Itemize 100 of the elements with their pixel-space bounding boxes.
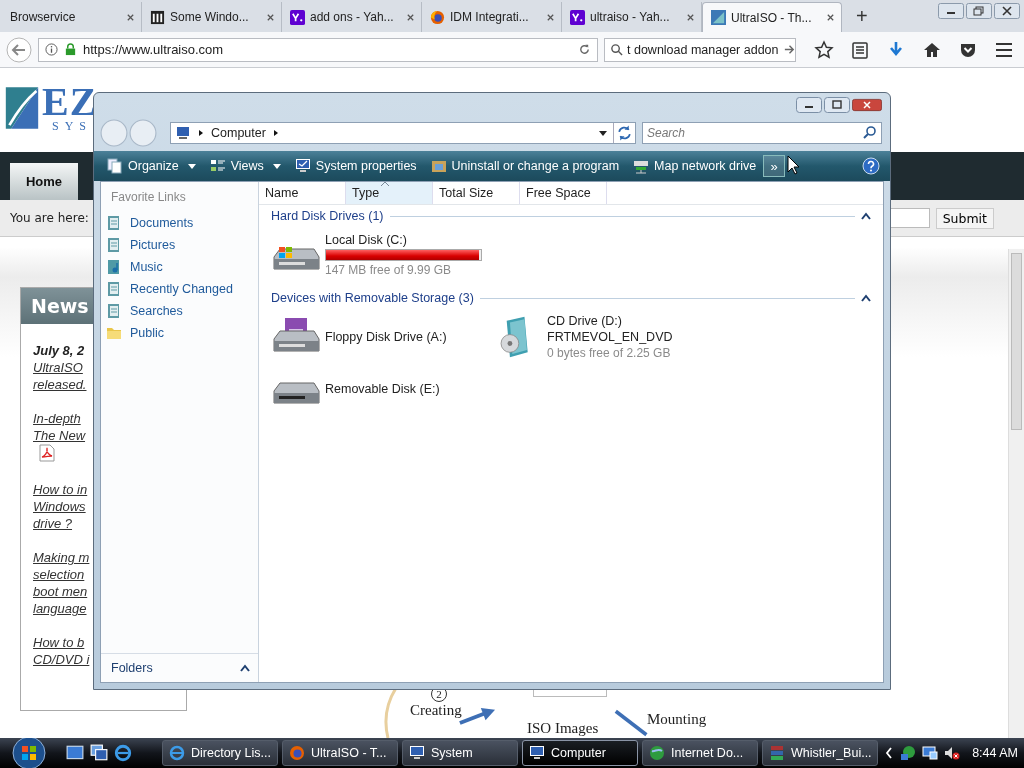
scrollbar[interactable]	[1008, 249, 1024, 738]
news-link[interactable]: CD/DVD i	[33, 652, 90, 667]
reload-icon[interactable]	[578, 43, 591, 56]
taskbar-button[interactable]: Internet Do...	[642, 740, 758, 766]
network-icon[interactable]	[900, 745, 917, 761]
logo-subtitle: SYS	[51, 119, 93, 134]
drive-name[interactable]: Removable Disk (E:)	[325, 382, 440, 396]
chevron-icon[interactable]	[271, 129, 280, 137]
search-field[interactable]: t download manager addon	[604, 37, 796, 62]
chevron-icon[interactable]	[884, 746, 895, 760]
column-header[interactable]: Free Space	[520, 182, 607, 204]
site-icon	[711, 10, 726, 25]
lock-icon	[64, 43, 77, 56]
caret-icon	[187, 162, 196, 170]
folders-toggle[interactable]: Folders	[101, 653, 258, 682]
toolbar-button[interactable]: System properties	[287, 153, 424, 179]
monitor-icon	[529, 745, 545, 761]
maximize-button[interactable]	[824, 97, 850, 113]
close-icon[interactable]	[686, 12, 695, 22]
taskbar-button[interactable]: UltraISO - T...	[282, 740, 398, 766]
search-field[interactable]: Search	[642, 122, 882, 144]
star-icon[interactable]	[814, 39, 834, 60]
close-button[interactable]	[852, 97, 882, 113]
close-icon[interactable]	[126, 12, 135, 22]
start-button[interactable]	[12, 736, 46, 768]
submit-button[interactable]: Submit	[935, 207, 994, 229]
info-icon	[45, 43, 58, 56]
news-link[interactable]: selection	[33, 567, 85, 582]
back-button[interactable]	[6, 36, 32, 63]
restore-icon[interactable]	[966, 3, 992, 19]
firefox-icon	[430, 9, 445, 25]
search-icon[interactable]	[862, 125, 878, 141]
volume-muted-icon[interactable]	[944, 745, 961, 761]
news-link[interactable]: How to b	[33, 635, 85, 650]
desktop-icon[interactable]	[66, 744, 84, 762]
toolbar-button[interactable]: Views	[202, 153, 288, 179]
group-heading[interactable]: Devices with Removable Storage (3)	[271, 291, 474, 305]
column-header[interactable]: Type	[346, 182, 433, 204]
news-link[interactable]: UltraISO	[33, 360, 83, 375]
arrow-icon[interactable]	[782, 43, 796, 56]
browser-icon[interactable]	[114, 744, 132, 762]
yahoo-icon	[290, 9, 305, 25]
dropdown-icon[interactable]	[599, 129, 607, 137]
chevron-icon[interactable]	[197, 129, 205, 137]
building-icon	[150, 9, 165, 25]
close-icon[interactable]	[546, 12, 555, 22]
document-icon	[106, 303, 122, 319]
drive-name[interactable]: CD Drive (D:)	[547, 314, 673, 328]
drive-name[interactable]: Floppy Disk Drive (A:)	[325, 330, 447, 344]
news-link[interactable]: How to in	[33, 482, 88, 497]
minimize-icon[interactable]	[938, 3, 964, 19]
document-icon	[106, 237, 122, 253]
news-date: July 8, 2	[33, 342, 86, 359]
taskbar-button[interactable]: System	[402, 740, 518, 766]
monitor-icon[interactable]	[922, 745, 939, 761]
news-link[interactable]: Windows	[33, 499, 86, 514]
reading-list-icon[interactable]	[850, 39, 870, 60]
address-bar[interactable]: Computer	[170, 122, 636, 144]
more-button[interactable]: »	[763, 155, 786, 177]
toolbar-button[interactable]: Uninstall or change a program	[423, 153, 627, 179]
windows-switch-icon[interactable]	[90, 744, 108, 762]
diagram-label: ISO Images	[527, 720, 599, 737]
music-icon	[106, 259, 122, 275]
news-link[interactable]: Making m	[33, 550, 90, 565]
toolbar-button[interactable]: Organize	[100, 153, 203, 179]
taskbar-button[interactable]: Whistler_Bui...	[762, 740, 878, 766]
close-icon[interactable]	[826, 13, 835, 22]
taskbar-button[interactable]: Directory Lis...	[162, 740, 278, 766]
group-heading[interactable]: Hard Disk Drives (1)	[271, 209, 384, 223]
taskbar-button[interactable]: Computer	[522, 740, 638, 766]
news-link[interactable]: boot men	[33, 584, 88, 599]
close-icon[interactable]	[994, 3, 1020, 19]
chevron-icon	[240, 664, 250, 672]
news-link[interactable]: language	[33, 601, 87, 616]
close-icon[interactable]	[406, 12, 415, 22]
news-link[interactable]: The New	[33, 428, 86, 443]
toolbar-button[interactable]: Map network drive	[626, 153, 764, 179]
diagram-label: Mounting	[647, 711, 707, 728]
favorite-link[interactable]: Documents	[101, 212, 258, 234]
collapse-icon[interactable]	[861, 294, 871, 302]
free-space-text: 147 MB free of 9.99 GB	[325, 263, 453, 277]
favorite-link[interactable]: Music	[101, 256, 258, 278]
news-link[interactable]: released.	[33, 377, 87, 392]
drive-name[interactable]: Local Disk (C:)	[325, 233, 482, 247]
close-icon[interactable]	[266, 12, 275, 22]
clock[interactable]: 8:44 AM	[972, 746, 1018, 760]
new-tab-button[interactable]: +	[856, 5, 868, 28]
home-tab[interactable]: Home	[10, 163, 78, 200]
url-field[interactable]: https://www.ultraiso.com	[38, 37, 598, 62]
column-header[interactable]: Total Size	[433, 182, 520, 204]
diagram-label: Creating	[410, 702, 462, 719]
news-link[interactable]: In-depth	[33, 411, 81, 426]
favorite-link[interactable]: Pictures	[101, 234, 258, 256]
minimize-button[interactable]	[796, 97, 822, 113]
pdf-icon[interactable]	[39, 444, 55, 462]
help-icon[interactable]	[862, 157, 880, 175]
browser-tab[interactable]: UltraISO - Th...	[702, 2, 842, 32]
news-link[interactable]: drive ?	[33, 516, 73, 531]
collapse-icon[interactable]	[861, 212, 871, 220]
favorite-link[interactable]: Public	[101, 322, 258, 344]
